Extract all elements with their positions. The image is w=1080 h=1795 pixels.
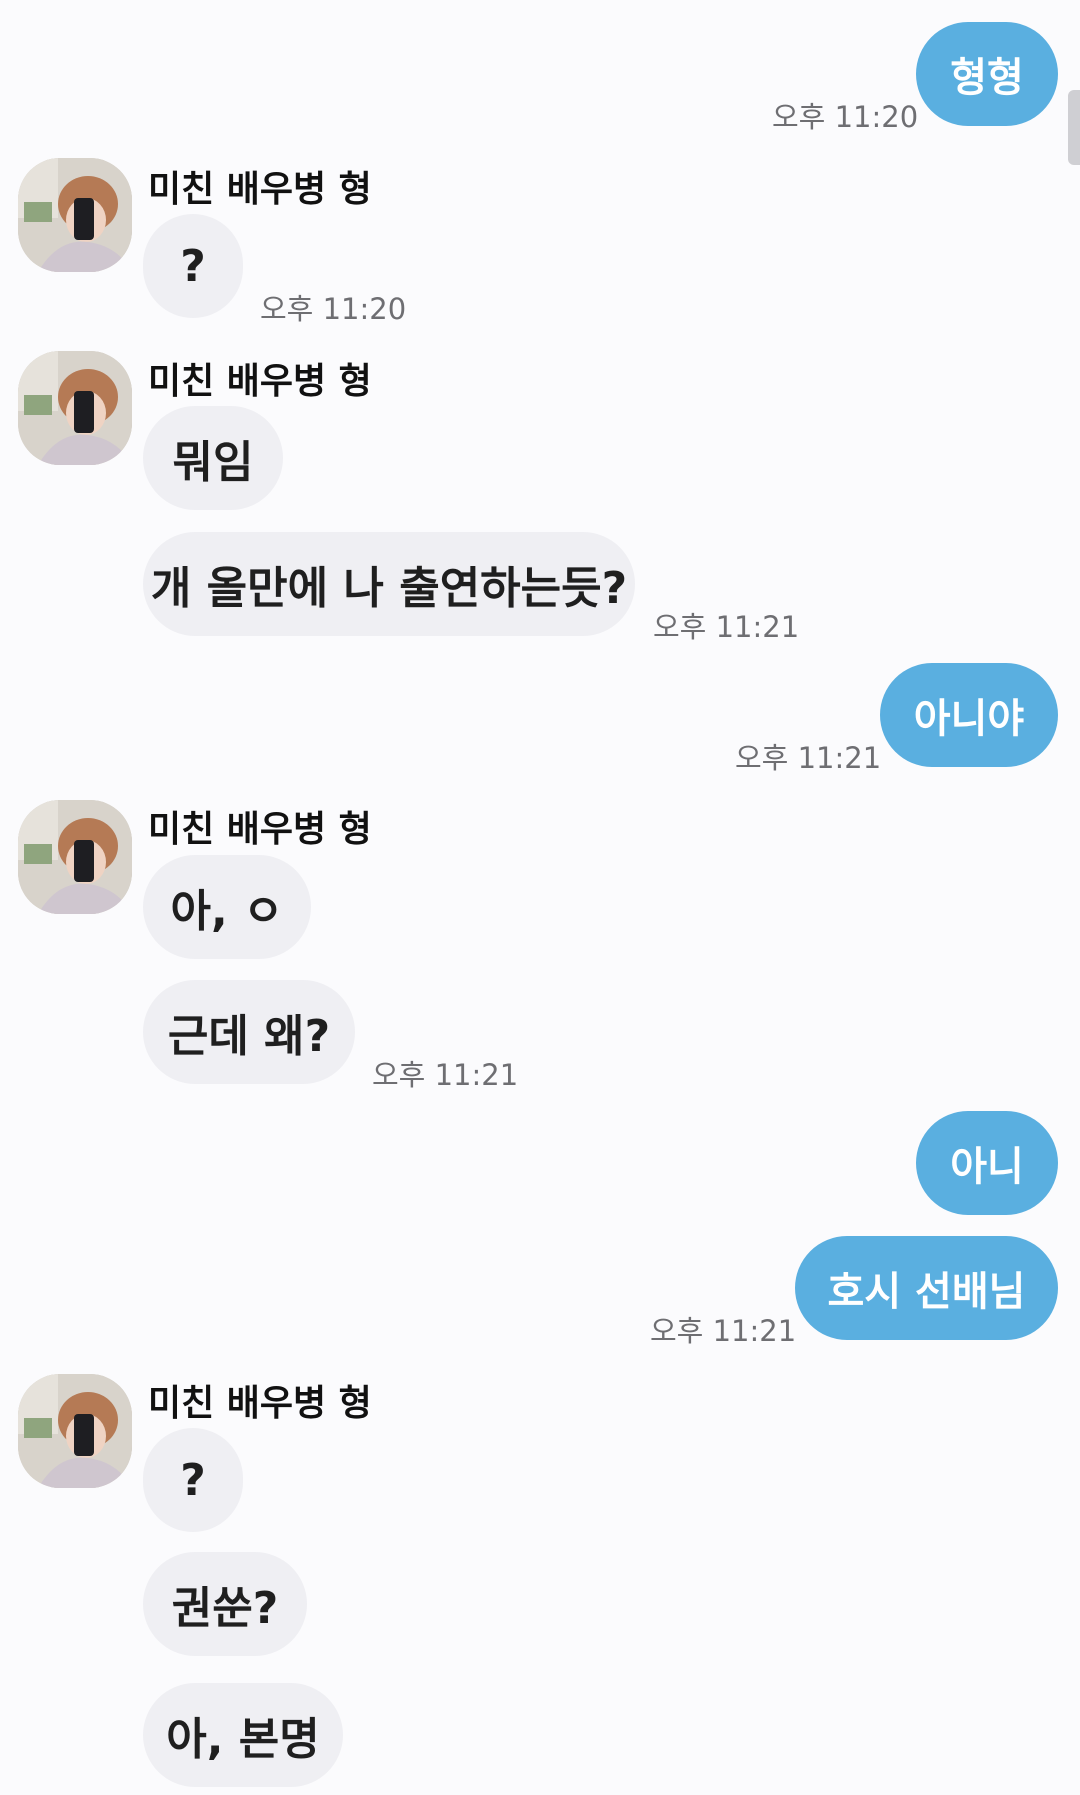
- sender-name: 미친 배우병 형: [148, 361, 372, 402]
- message-timestamp: 오후 11:20: [772, 100, 919, 134]
- outgoing-message-bubble[interactable]: 호시 선배님: [795, 1236, 1058, 1340]
- message-timestamp: 오후 11:21: [372, 1058, 519, 1092]
- sender-name: 미친 배우병 형: [148, 809, 372, 850]
- contact-avatar[interactable]: [18, 351, 132, 465]
- incoming-message-bubble[interactable]: 아, ㅇ: [143, 855, 311, 959]
- incoming-message-bubble[interactable]: 뭐임: [143, 406, 283, 510]
- message-timestamp: 오후 11:21: [653, 610, 800, 644]
- profile-photo-icon: [18, 1374, 132, 1488]
- message-timestamp: 오후 11:20: [260, 292, 407, 326]
- scrollbar-thumb[interactable]: [1068, 90, 1080, 165]
- incoming-message-bubble[interactable]: ?: [143, 1428, 243, 1532]
- incoming-message-bubble[interactable]: 권쑨?: [143, 1552, 307, 1656]
- outgoing-message-bubble[interactable]: 아니: [916, 1111, 1058, 1215]
- profile-photo-icon: [18, 351, 132, 465]
- contact-avatar[interactable]: [18, 1374, 132, 1488]
- outgoing-message-bubble[interactable]: 형형: [916, 22, 1058, 126]
- incoming-message-bubble[interactable]: 아, 본명: [143, 1683, 343, 1787]
- incoming-message-bubble[interactable]: 개 올만에 나 출연하는듯?: [143, 532, 635, 636]
- incoming-message-bubble[interactable]: ?: [143, 214, 243, 318]
- outgoing-message-bubble[interactable]: 아니야: [880, 663, 1058, 767]
- profile-photo-icon: [18, 158, 132, 272]
- message-timestamp: 오후 11:21: [735, 741, 882, 775]
- message-timestamp: 오후 11:21: [650, 1314, 797, 1348]
- profile-photo-icon: [18, 800, 132, 914]
- contact-avatar[interactable]: [18, 158, 132, 272]
- chat-thread[interactable]: 오후 11:20 형형 미친 배우병 형 ? 오후 11:20 미친 배우병 형…: [0, 0, 1080, 1795]
- incoming-message-bubble[interactable]: 근데 왜?: [143, 980, 355, 1084]
- contact-avatar[interactable]: [18, 800, 132, 914]
- sender-name: 미친 배우병 형: [148, 1383, 372, 1424]
- sender-name: 미친 배우병 형: [148, 169, 372, 210]
